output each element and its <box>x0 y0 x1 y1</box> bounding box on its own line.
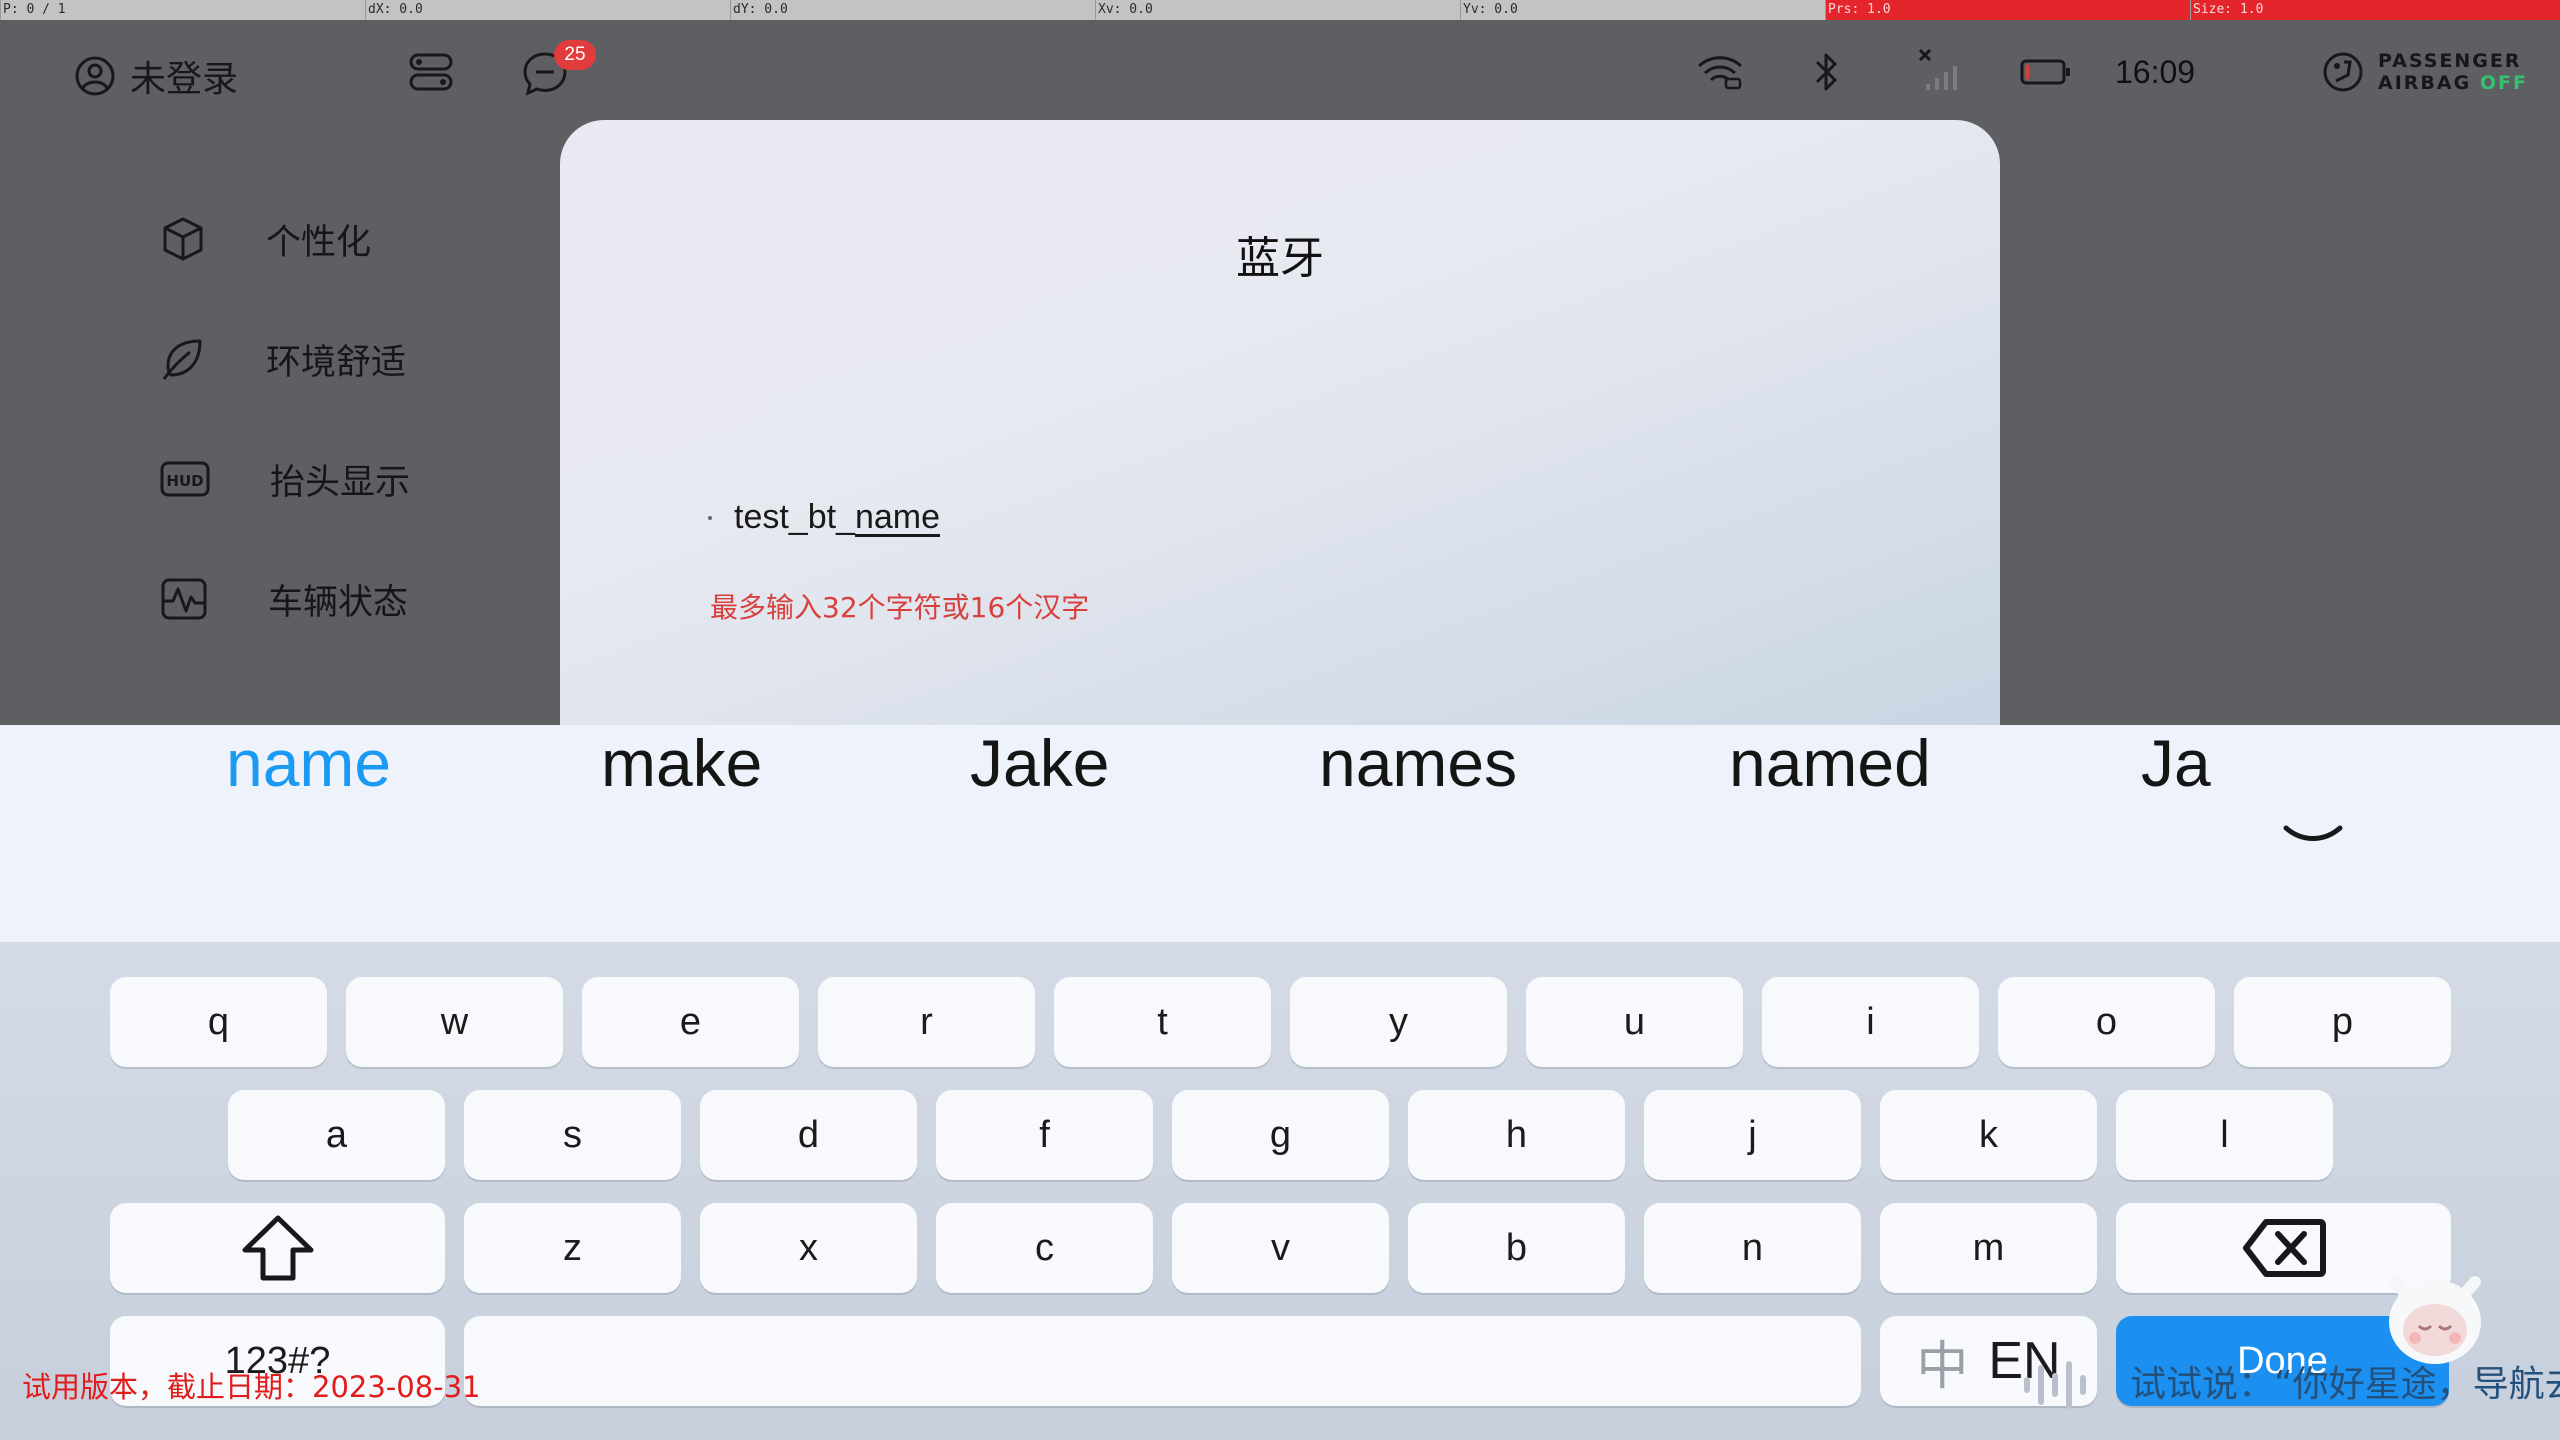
toggle-icon <box>409 53 453 91</box>
key-e[interactable]: e <box>582 977 799 1067</box>
voice-wave-icon <box>2024 1361 2086 1409</box>
svg-text:HUD: HUD <box>166 472 203 490</box>
key-o[interactable]: o <box>1998 977 2215 1067</box>
suggestion-item[interactable]: make <box>601 725 762 942</box>
message-count-badge: 25 <box>554 40 596 70</box>
airbag-label-line2: AIRBAG <box>2378 72 2472 94</box>
debug-dy: dY: 0.0 <box>730 0 1095 20</box>
leaf-icon <box>162 339 202 380</box>
debug-yv: Yv: 0.0 <box>1460 0 1825 20</box>
key-w[interactable]: w <box>346 977 563 1067</box>
bluetooth-status[interactable] <box>1813 50 1841 94</box>
key-b[interactable]: b <box>1408 1203 1625 1293</box>
suggestion-item[interactable]: named <box>1729 725 1931 942</box>
clock: 16:09 <box>2115 54 2196 90</box>
key-g[interactable]: g <box>1172 1090 1389 1180</box>
key-t[interactable]: t <box>1054 977 1271 1067</box>
airbag-label-line1: PASSENGER <box>2378 50 2522 72</box>
user-login-button[interactable]: 未登录 <box>74 50 238 102</box>
key-x[interactable]: x <box>700 1203 917 1293</box>
airbag-state: OFF <box>2479 72 2528 94</box>
battery-status <box>2020 58 2072 86</box>
shift-icon <box>242 1215 313 1281</box>
bluetooth-name-value: test_bt_name <box>734 498 940 537</box>
menu-item-comfort[interactable]: 环境舒适 <box>160 329 480 389</box>
debug-dx: dX: 0.0 <box>365 0 730 20</box>
shift-key[interactable] <box>110 1203 445 1293</box>
menu-item-vehicle-status[interactable]: 车辆状态 <box>160 569 480 629</box>
suggestion-item[interactable]: names <box>1319 725 1517 942</box>
cellular-status <box>1916 46 1962 94</box>
key-n[interactable]: n <box>1644 1203 1861 1293</box>
word-suggestion-bar: name make Jake names named Ja <box>0 725 2560 942</box>
trial-version-notice: 试用版本，截止日期：2023-08-31 <box>22 1370 481 1404</box>
key-q[interactable]: q <box>110 977 327 1067</box>
backspace-icon <box>2242 1219 2326 1277</box>
input-limit-hint: 最多输入32个字符或16个汉字 <box>710 591 1090 624</box>
key-v[interactable]: v <box>1172 1203 1389 1293</box>
vehicle-status-icon <box>161 578 207 620</box>
voice-assistant-mascot-icon[interactable] <box>2375 1262 2495 1372</box>
debug-xv: Xv: 0.0 <box>1095 0 1460 20</box>
wifi-status[interactable] <box>1696 54 1744 90</box>
voice-assistant-hint: 试试说：“你好星途，导航去 <box>2130 1364 2560 1405</box>
suggestion-item[interactable]: Jake <box>970 725 1109 942</box>
key-s[interactable]: s <box>464 1090 681 1180</box>
input-composing-text: name <box>854 498 941 536</box>
menu-label-personalization: 个性化 <box>266 222 372 263</box>
key-f[interactable]: f <box>936 1090 1153 1180</box>
bluetooth-icon <box>1815 53 1837 91</box>
menu-item-hud[interactable]: HUD 抬头显示 <box>160 449 480 509</box>
key-m[interactable]: m <box>1880 1203 2097 1293</box>
menu-label-vehicle-status: 车辆状态 <box>268 582 409 623</box>
bluetooth-rename-dialog: 蓝牙 test_bt_name 最多输入32个字符或16个汉字 <box>560 120 2000 760</box>
lang-zh-label: 中 <box>1916 1337 1969 1396</box>
user-icon <box>75 56 115 96</box>
cube-icon <box>163 217 203 261</box>
key-a[interactable]: a <box>228 1090 445 1180</box>
key-k[interactable]: k <box>1880 1090 2097 1180</box>
suggestion-item[interactable]: Ja <box>2141 725 2217 942</box>
wifi-icon <box>1697 56 1743 90</box>
input-committed-text: test_bt_ <box>734 498 855 536</box>
menu-item-personalization[interactable]: 个性化 <box>160 209 480 269</box>
menu-label-comfort: 环境舒适 <box>266 342 407 383</box>
space-key[interactable] <box>464 1316 1861 1406</box>
debug-p: P: 0 / 1 <box>0 0 365 20</box>
debug-prs: Prs: 1.0 <box>1825 0 2190 20</box>
chevron-down-icon[interactable] <box>2282 820 2344 856</box>
pointer-debug-bar: P: 0 / 1 dX: 0.0 dY: 0.0 Xv: 0.0 Yv: 0.0… <box>0 0 2560 20</box>
hud-icon: HUD <box>160 461 210 497</box>
key-i[interactable]: i <box>1762 977 1979 1067</box>
key-p[interactable]: p <box>2234 977 2451 1067</box>
suggestion-item[interactable]: name <box>226 725 391 942</box>
bluetooth-name-input[interactable]: test_bt_name <box>708 498 940 537</box>
debug-size: Size: 1.0 <box>2190 0 2560 20</box>
key-h[interactable]: h <box>1408 1090 1625 1180</box>
battery-icon <box>2020 59 2070 85</box>
key-z[interactable]: z <box>464 1203 681 1293</box>
key-j[interactable]: j <box>1644 1090 1861 1180</box>
key-u[interactable]: u <box>1526 977 1743 1067</box>
key-d[interactable]: d <box>700 1090 917 1180</box>
passenger-airbag-indicator: PASSENGER AIRBAG OFF <box>2322 50 2528 94</box>
key-c[interactable]: c <box>936 1203 1153 1293</box>
menu-label-hud: 抬头显示 <box>270 462 411 503</box>
key-r[interactable]: r <box>818 977 1035 1067</box>
login-status-label: 未登录 <box>130 59 239 100</box>
messages-button[interactable]: 25 <box>520 40 596 98</box>
dialog-title: 蓝牙 <box>1236 233 1324 284</box>
airbag-icon <box>2323 52 2363 92</box>
key-y[interactable]: y <box>1290 977 1507 1067</box>
text-cursor <box>708 515 712 520</box>
status-bar: 未登录 25 16:09 PASSENGER AIRBAG OFF <box>0 20 2560 125</box>
key-l[interactable]: l <box>2116 1090 2333 1180</box>
cellular-off-icon <box>1918 48 1957 90</box>
toggle-panel-button[interactable] <box>408 52 454 92</box>
